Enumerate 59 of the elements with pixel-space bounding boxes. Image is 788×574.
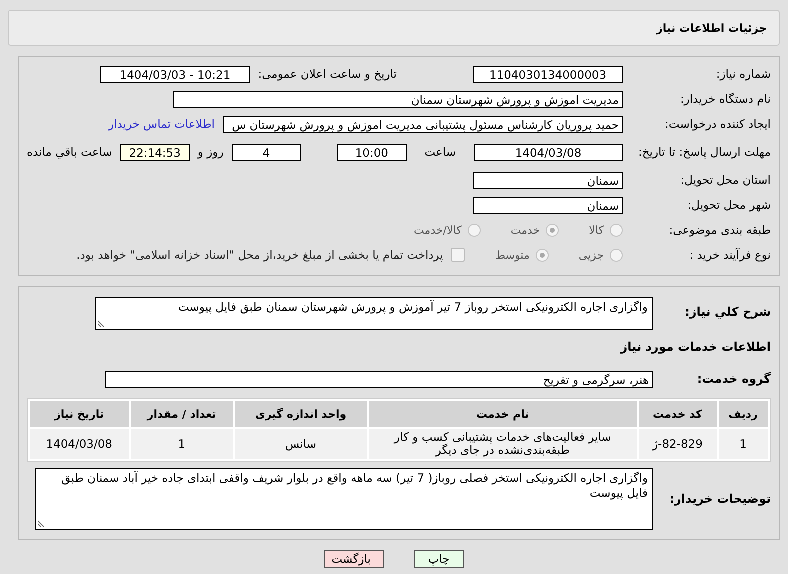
field-label: شرح کلي نیاز: <box>684 305 771 319</box>
field-label: ساعت <box>424 145 456 159</box>
field-value: سمنان <box>473 172 623 188</box>
field-label: نوع فرآیند خرید : <box>688 248 771 262</box>
field-value: 10:00 <box>337 144 407 160</box>
option-label: کالا <box>589 224 604 236</box>
field-value: سمنان <box>473 196 623 214</box>
option-label: متوسط <box>495 248 530 262</box>
countdown-value: 22:14:53 <box>120 144 190 160</box>
radio-button[interactable] <box>546 224 560 236</box>
column-header: نام خدمت <box>368 401 637 427</box>
field-label: طبقه بندی موضوعی: <box>668 223 771 237</box>
column-header: ردیف <box>718 401 768 427</box>
field-value: 1104030134000003 <box>473 66 623 82</box>
option-label: خدمت <box>510 224 540 236</box>
contact-link[interactable]: اطلاعات تماس خریدار <box>108 117 215 131</box>
field-value: حمید پروریان کارشناس مسئول پشتیبانی مدیریت اموزش و پرورش شهرستان س <box>223 116 623 132</box>
field-value: 4 <box>232 144 302 160</box>
page-title: جزئیات اطلاعات نیاز <box>656 22 767 34</box>
table-cell: 1 <box>130 429 234 459</box>
field-value: 1404/03/03 - 10:21 <box>100 66 250 82</box>
checkbox-label: پرداخت تمام یا بخشی از مبلغ خرید،از محل "اسناد خزانه اسلامی" خواهد بود. <box>76 248 444 262</box>
field-value: 1404/03/08 <box>474 144 623 160</box>
column-header: تعداد / مقدار <box>130 401 234 427</box>
field-label: توضیحات خریدار: <box>668 492 771 506</box>
column-header: واحد اندازه گیری <box>235 401 367 427</box>
field-label: ایجاد کننده درخواست: <box>664 117 771 131</box>
column-header: تاریخ نیاز <box>30 401 129 427</box>
table-cell: 1404/03/08 <box>30 429 129 459</box>
description-field[interactable]: واگزاری اجاره الکترونیکی استخر روباز 7 تیر آموزش و پرورش شهرستان سمنان طبق فایل پیوست <box>95 297 653 330</box>
radio-button[interactable] <box>468 224 481 236</box>
option-label: جزیی <box>578 248 604 262</box>
resize-grip-icon[interactable] <box>98 320 105 327</box>
option-label: کالا/خدمت <box>414 224 462 236</box>
field-label: روز و <box>198 145 224 159</box>
field-label: شهر محل تحویل: <box>686 198 771 212</box>
table-cell: سایر فعالیت‌های خدمات پشتیبانی کسب و کار طبقه‌بندی‌نشده در جای دیگر <box>368 429 637 459</box>
radio-button[interactable] <box>610 224 623 236</box>
field-value: مدیریت اموزش و پرورش شهرستان سمنان <box>173 90 623 108</box>
print-button[interactable]: چاپ <box>414 550 464 568</box>
radio-button[interactable] <box>610 248 623 262</box>
table-cell: 82-829-ژ <box>638 429 717 459</box>
field-label: مهلت ارسال پاسخ: تا تاریخ: <box>637 145 771 159</box>
table-cell: سانس <box>235 429 367 459</box>
table-cell: 1 <box>718 429 768 459</box>
field-label: نام دستگاه خریدار: <box>679 92 771 106</box>
field-label: استان محل تحویل: <box>680 173 771 187</box>
checkbox[interactable] <box>451 248 466 262</box>
section-heading: اطلاعات خدمات مورد نیاز <box>620 340 771 354</box>
back-button[interactable]: بازگشت <box>324 550 384 568</box>
field-label: گروه خدمت: <box>696 372 771 386</box>
field-label: شماره نیاز: <box>715 67 771 81</box>
field-label: تاریخ و ساعت اعلان عمومی: <box>258 67 397 81</box>
field-value: هنر، سرگرمی و تفریح <box>105 370 653 388</box>
radio-button[interactable] <box>536 248 549 262</box>
resize-grip-icon[interactable] <box>38 520 45 527</box>
notes-field[interactable]: واگزاری اجاره الکترونیکی استخر فصلی روباز( 7 تیر) سه ماهه واقع در بلوار شریف واقفی ابتدای جاده خیر آباد سمنان طبق فایل پیوست <box>35 468 653 530</box>
field-label: ساعت باقي مانده <box>27 145 112 159</box>
column-header: کد خدمت <box>638 401 717 427</box>
